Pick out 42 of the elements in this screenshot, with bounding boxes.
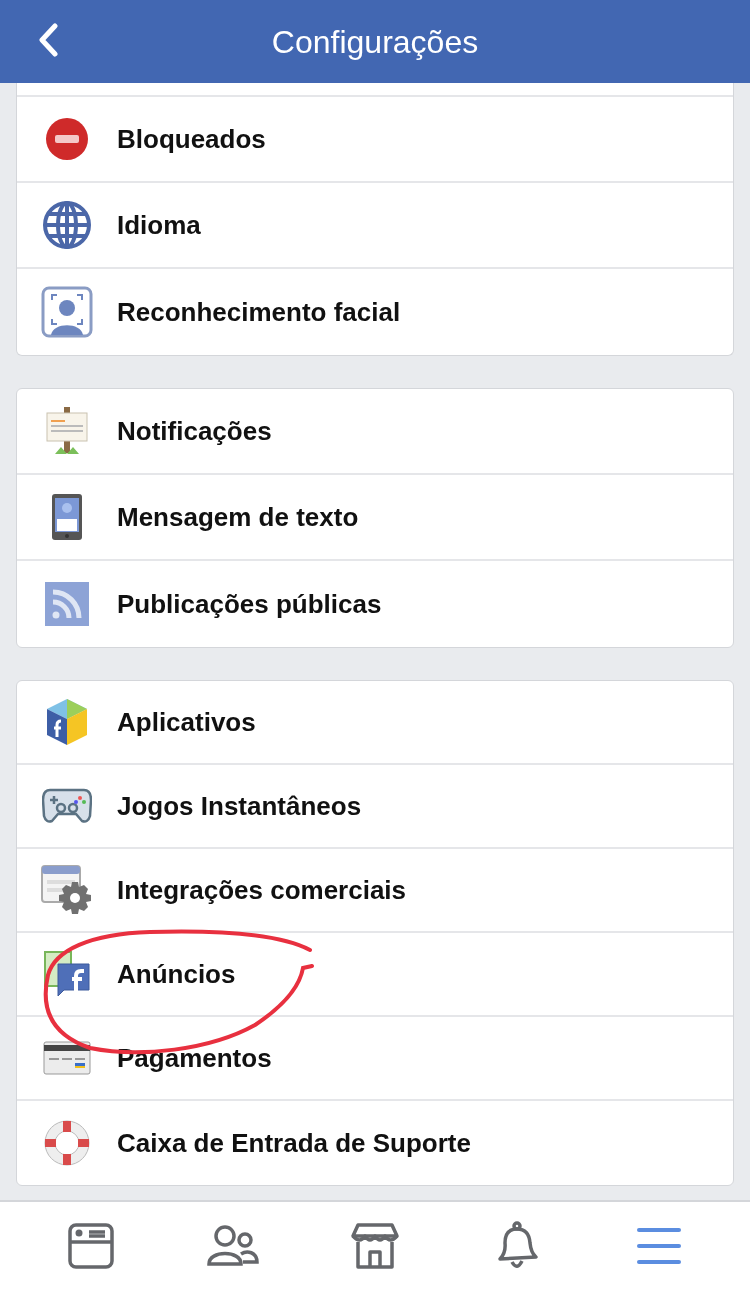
row-label: Pagamentos [117,1041,272,1075]
settings-row[interactable]: Reconhecimento facial [17,269,733,355]
row-label: Notificações [117,414,272,448]
row-label: Publicações públicas [117,587,382,621]
signboard-icon [45,407,89,455]
credit-card-icon [43,1041,91,1075]
minus-icon [45,117,89,161]
face-frame-icon [41,286,93,338]
rss-icon [45,582,89,626]
settings-row[interactable]: Integrações comerciais [17,849,733,933]
row-label: Caixa de Entrada de Suporte [117,1126,471,1160]
settings-row[interactable]: Jogos Instantâneos [17,765,733,849]
row-label: Bloqueados [117,122,266,156]
settings-row[interactable]: Idioma [17,183,733,269]
settings-row[interactable]: Caixa de Entrada de Suporte [17,1101,733,1185]
row-label: Integrações comerciais [117,873,407,907]
news-feed-icon [67,1221,115,1270]
settings-row[interactable]: Anúncios [17,933,733,1017]
globe-icon [42,200,92,250]
cube-icon [45,697,89,747]
row-label: Aplicativos [117,705,256,739]
settings-row[interactable]: Notificações [17,389,733,475]
menu-icon [636,1225,682,1266]
row-label: Reconhecimento facial [117,295,401,329]
phone-icon [51,493,83,541]
friends-icon [207,1223,259,1268]
lifebuoy-icon [44,1120,90,1166]
settings-row[interactable]: Mensagem de texto [17,475,733,561]
window-gear-icon [41,864,93,916]
ad-page-icon [44,950,90,998]
settings-row[interactable]: Aplicativos [17,681,733,765]
settings-row[interactable]: Bloqueados [17,97,733,183]
row-label: Anúncios [117,957,236,991]
row-label: Mensagem de texto [117,500,359,534]
row-label: Idioma [117,208,201,242]
back-icon [37,23,59,57]
settings-row[interactable]: Publicações públicas [17,561,733,647]
store-icon [350,1221,400,1270]
page-title: Configurações [271,25,479,58]
gamepad-icon [42,788,92,824]
settings-row[interactable]: Pagamentos [17,1017,733,1101]
row-label: Jogos Instantâneos [117,789,362,823]
